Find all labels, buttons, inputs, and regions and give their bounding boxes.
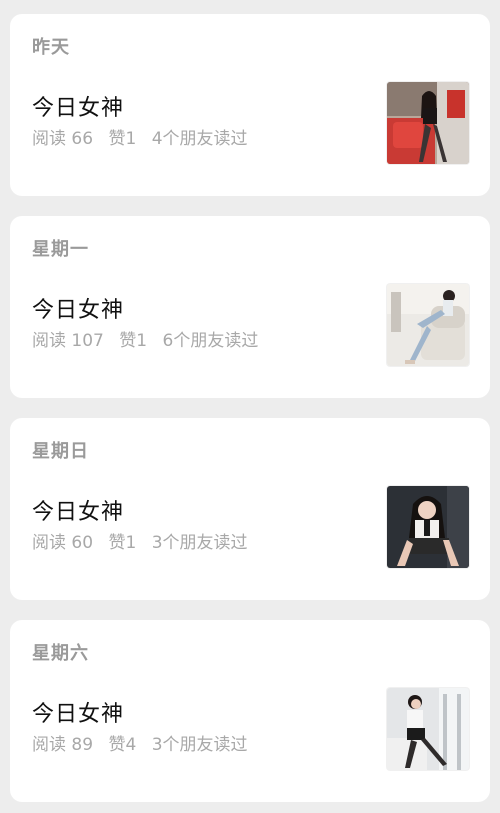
article-feed: 昨天 今日女神 阅读 66 赞1 4个朋友读过 星期一 今日女神 阅读 107 … (0, 0, 500, 813)
article-title[interactable]: 今日女神 (32, 498, 124, 528)
article-date: 星期一 (32, 239, 89, 260)
like-count: 赞1 (108, 533, 137, 553)
read-count: 阅读 107 (32, 331, 104, 351)
like-count: 赞1 (119, 331, 148, 351)
friends-read-count: 3个朋友读过 (151, 533, 248, 553)
like-count: 赞4 (108, 735, 137, 755)
article-card[interactable]: 星期日 今日女神 阅读 60 赞1 3个朋友读过 (10, 418, 490, 600)
photo-woman-white-room-icon (387, 688, 469, 770)
article-title[interactable]: 今日女神 (32, 296, 124, 326)
article-thumbnail[interactable] (387, 688, 469, 770)
article-card[interactable]: 星期六 今日女神 阅读 89 赞4 3个朋友读过 (10, 620, 490, 802)
article-date: 昨天 (32, 37, 70, 58)
photo-woman-dark-portrait-icon (387, 486, 469, 568)
article-thumbnail[interactable] (387, 486, 469, 568)
friends-read-count: 4个朋友读过 (151, 129, 248, 149)
article-card[interactable]: 昨天 今日女神 阅读 66 赞1 4个朋友读过 (10, 14, 490, 196)
photo-woman-white-sofa-icon (387, 284, 469, 366)
article-card[interactable]: 星期一 今日女神 阅读 107 赞1 6个朋友读过 (10, 216, 490, 398)
article-date: 星期日 (32, 441, 89, 462)
article-thumbnail[interactable] (387, 82, 469, 164)
friends-read-count: 6个朋友读过 (162, 331, 259, 351)
article-stats: 阅读 60 赞1 3个朋友读过 (32, 532, 248, 554)
article-title[interactable]: 今日女神 (32, 700, 124, 730)
friends-read-count: 3个朋友读过 (151, 735, 248, 755)
read-count: 阅读 66 (32, 129, 94, 149)
like-count: 赞1 (108, 129, 137, 149)
article-stats: 阅读 66 赞1 4个朋友读过 (32, 128, 248, 150)
read-count: 阅读 89 (32, 735, 94, 755)
article-title[interactable]: 今日女神 (32, 94, 124, 124)
article-stats: 阅读 89 赞4 3个朋友读过 (32, 734, 248, 756)
article-stats: 阅读 107 赞1 6个朋友读过 (32, 330, 258, 352)
read-count: 阅读 60 (32, 533, 94, 553)
photo-woman-red-chair-icon (387, 82, 469, 164)
article-thumbnail[interactable] (387, 284, 469, 366)
article-date: 星期六 (32, 643, 89, 664)
